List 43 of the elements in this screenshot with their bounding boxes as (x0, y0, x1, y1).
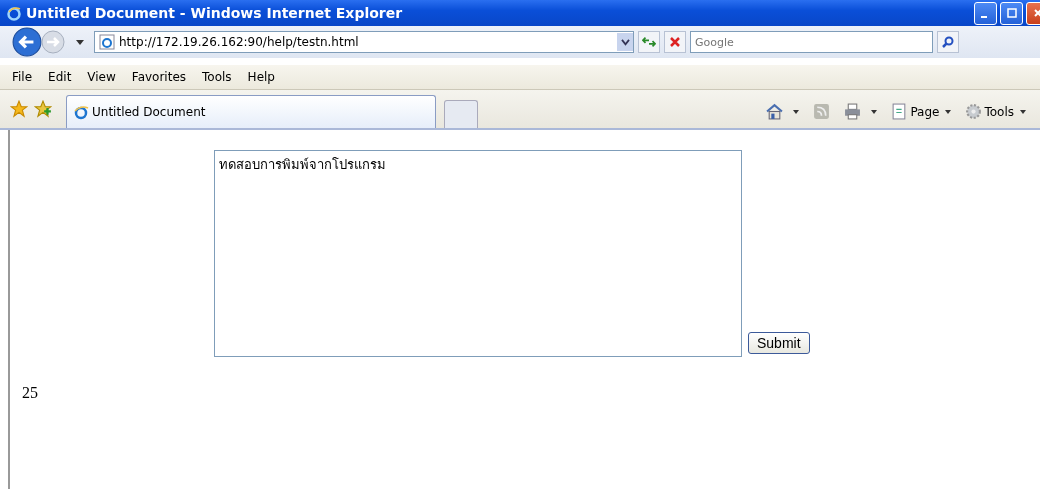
menu-item[interactable]: Edit (40, 70, 80, 84)
maximize-button[interactable] (1000, 1, 1023, 25)
tab[interactable]: Untitled Document (66, 95, 436, 128)
url-text: http://172.19.26.162:90/help/testn.html (119, 35, 360, 49)
add-favorite-icon[interactable] (34, 100, 52, 118)
menu-item[interactable]: View (79, 70, 124, 84)
text-area[interactable]: ทดสอบการพิมพ์จากโปรแกรม (214, 150, 742, 357)
dropdown-button[interactable] (617, 33, 633, 51)
menu-item[interactable]: File (4, 70, 41, 84)
page-menu-button[interactable]: Page (891, 103, 952, 120)
address-field[interactable]: http://172.19.26.162:90/help/testn.html (94, 31, 634, 53)
submit-button[interactable]: Submit (748, 332, 810, 354)
browser-logo-icon (73, 104, 89, 120)
gear-icon (965, 103, 983, 120)
printer-icon[interactable] (844, 103, 862, 120)
close-icon (1032, 8, 1040, 18)
back-icon[interactable] (12, 27, 42, 57)
menu-item[interactable]: Favorites (123, 70, 195, 84)
caret-icon[interactable] (76, 39, 84, 45)
caret-icon (945, 109, 952, 114)
minimize-button[interactable] (974, 1, 997, 25)
page-icon (99, 34, 115, 50)
stop-button[interactable] (664, 31, 686, 53)
chevron-icon (620, 38, 630, 46)
refresh-button[interactable] (638, 31, 660, 53)
tools-menu-button[interactable]: Tools (965, 103, 1026, 120)
menu-item[interactable]: Help (239, 70, 283, 84)
caret-icon[interactable] (793, 109, 800, 114)
maximize-icon (1006, 8, 1017, 18)
window-title: Untitled Document - Windows Internet Explorer (26, 5, 403, 21)
star-icon[interactable] (10, 100, 28, 118)
close-icon (668, 36, 682, 48)
home-icon[interactable] (766, 103, 784, 120)
minimize-icon (980, 16, 987, 18)
refresh-icon (642, 36, 656, 48)
search-button[interactable] (937, 31, 959, 53)
caret-icon[interactable] (871, 109, 878, 114)
menu-item[interactable]: Tools (194, 70, 240, 84)
caret-icon (1020, 109, 1026, 114)
search-field[interactable]: Google (690, 31, 933, 53)
browser-logo-icon (6, 5, 22, 21)
search-icon (941, 36, 955, 48)
count-text: 25 (22, 384, 38, 402)
